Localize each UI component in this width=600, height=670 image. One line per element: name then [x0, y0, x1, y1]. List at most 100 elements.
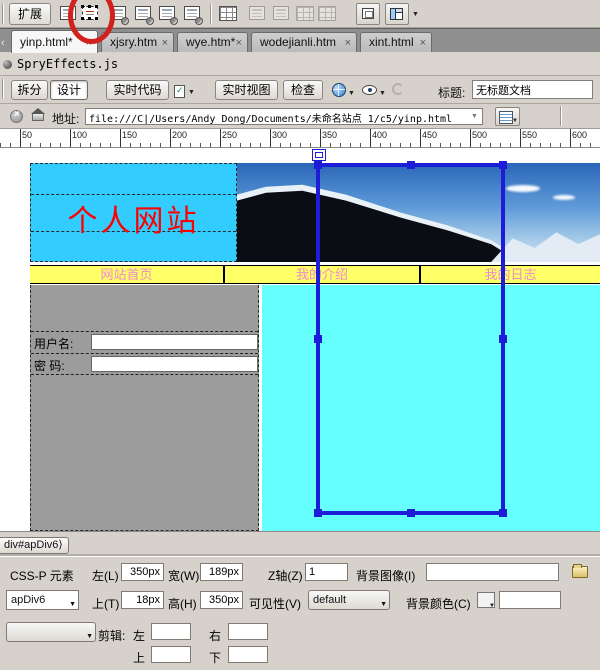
related-files-bar: SpryEffects.js: [0, 52, 600, 76]
password-row: 密 码:: [31, 353, 258, 374]
spry-accordion-icon[interactable]: [157, 4, 178, 25]
live-view-button[interactable]: 实时视图: [215, 80, 278, 100]
tab-close-icon[interactable]: ×: [86, 36, 92, 50]
ruler-label: 350: [322, 130, 338, 140]
preview-globe-icon[interactable]: [330, 80, 350, 100]
cloud: [552, 194, 575, 200]
ap-div-anchor-icon[interactable]: [312, 149, 326, 161]
ruler-label: 100: [72, 130, 88, 140]
clip-right-input[interactable]: [228, 623, 268, 640]
element-id-combo[interactable]: apDiv6: [6, 590, 79, 614]
tab-wye[interactable]: wye.htm* ×: [177, 32, 248, 53]
spry-menu-bar-icon[interactable]: [108, 4, 129, 25]
table-icon[interactable]: [218, 4, 238, 24]
username-input[interactable]: [91, 334, 258, 350]
design-canvas[interactable]: 个人网站 网站首页 我的介绍 我的日志 用户名: 密 码:: [0, 148, 600, 531]
cloud: [505, 184, 540, 192]
tab-close-icon[interactable]: ×: [162, 36, 168, 50]
frames-icon[interactable]: [385, 3, 409, 25]
width-input[interactable]: [200, 563, 243, 581]
ruler[interactable]: 50 100 150 200 250 300 350 400 450 500 550 600: [0, 129, 600, 148]
design-view-button[interactable]: 设计: [50, 80, 88, 100]
clip-left-input[interactable]: [151, 623, 191, 640]
clip-top-input[interactable]: [151, 646, 191, 663]
home-icon[interactable]: [31, 108, 45, 121]
selection-handle[interactable]: [499, 161, 507, 169]
tab-close-icon[interactable]: ×: [236, 36, 242, 50]
bg-image-input[interactable]: [426, 563, 559, 581]
visual-aids-dropdown-icon[interactable]: ▼: [379, 90, 386, 97]
document-title-input[interactable]: [472, 80, 593, 99]
tab-scroll-left-icon[interactable]: ‹: [1, 37, 5, 49]
password-input[interactable]: [91, 356, 258, 372]
nav-bar: 网站首页 我的介绍 我的日志: [30, 265, 600, 284]
ruler-label: 500: [472, 130, 488, 140]
tab-wodejianli[interactable]: wodejianli.htm ×: [251, 32, 357, 53]
selection-handle[interactable]: [499, 509, 507, 517]
address-label: 地址:: [52, 112, 80, 126]
stop-icon[interactable]: [10, 109, 23, 123]
apdiv6-selection[interactable]: [314, 161, 507, 517]
clip-left-label: 左: [133, 629, 146, 643]
spry-collapsible-panel-icon[interactable]: [182, 4, 203, 25]
selection-handle[interactable]: [406, 509, 415, 517]
username-label: 用户名:: [34, 337, 74, 351]
ruler-label: 50: [22, 130, 33, 140]
view-options-icon[interactable]: [495, 107, 520, 126]
frames-dropdown-icon[interactable]: ▼: [412, 11, 419, 18]
document-toolbar: 拆分 设计 实时代码 ▼ 实时视图 检查 ▼ ▼ 标题:: [0, 76, 600, 104]
height-input[interactable]: [200, 591, 243, 609]
tab-close-icon[interactable]: ×: [345, 36, 351, 50]
inspect-button[interactable]: 检查: [283, 80, 323, 100]
selection-handle[interactable]: [499, 335, 507, 343]
spry-tabbed-panels-icon[interactable]: [133, 4, 154, 25]
address-input[interactable]: [85, 108, 483, 125]
dreamweaver-window: 扩展 ▼ ‹ yinp.html* × xjsry.htm × wye.htm*…: [0, 0, 600, 670]
row-divider: [31, 374, 258, 375]
top-input[interactable]: [121, 591, 164, 609]
address-bar: 地址: ▼: [0, 104, 600, 129]
split-view-button[interactable]: 拆分: [11, 80, 48, 100]
preview-dropdown-icon[interactable]: ▼: [348, 90, 355, 97]
selection-handle[interactable]: [314, 335, 322, 343]
toolbar-separator: [210, 4, 211, 24]
source-bullet-icon: [3, 60, 12, 69]
username-row: 用户名:: [31, 331, 258, 353]
related-file-spryeffects[interactable]: SpryEffects.js: [17, 57, 118, 71]
height-label: 高(H): [168, 597, 197, 611]
login-sidebar[interactable]: 用户名: 密 码:: [30, 285, 259, 531]
clip-bottom-input[interactable]: [228, 646, 268, 663]
ruler-label: 450: [422, 130, 438, 140]
toolbar-separator: [560, 106, 561, 126]
bg-color-swatch[interactable]: [477, 592, 495, 609]
header-table[interactable]: 个人网站: [30, 163, 237, 262]
tab-xjsry[interactable]: xjsry.htm ×: [101, 32, 174, 53]
selection-handle[interactable]: [314, 161, 322, 169]
address-dropdown-icon[interactable]: ▼: [468, 110, 481, 123]
document-tab-bar: ‹ yinp.html* × xjsry.htm × wye.htm* × wo…: [0, 28, 600, 53]
insert-column-right-icon: [317, 4, 337, 24]
left-input[interactable]: [121, 563, 164, 581]
tab-close-icon[interactable]: ×: [420, 36, 426, 50]
live-code-button[interactable]: 实时代码: [106, 80, 169, 100]
draw-ap-div-icon[interactable]: [80, 4, 100, 24]
insert-div-tag-icon[interactable]: [58, 4, 78, 24]
z-index-input[interactable]: [305, 563, 348, 581]
nav-item-home[interactable]: 网站首页: [30, 266, 225, 283]
class-combo[interactable]: [6, 622, 96, 646]
visual-aids-eye-icon[interactable]: [360, 80, 380, 100]
browse-folder-icon[interactable]: [572, 564, 588, 578]
tag-selector-apdiv6[interactable]: div#apDiv6⟩: [0, 537, 69, 554]
bg-color-input[interactable]: [499, 591, 561, 609]
extend-button[interactable]: 扩展: [9, 3, 51, 25]
selection-handle[interactable]: [406, 161, 415, 169]
iframe-icon[interactable]: [356, 3, 380, 25]
tab-yinp[interactable]: yinp.html* ×: [11, 30, 98, 53]
top-label: 上(T): [92, 597, 120, 611]
check-page-dropdown-icon[interactable]: ▼: [188, 89, 195, 96]
property-inspector: CSS-P 元素 左(L) 宽(W) Z轴(Z) 背景图像(I) apDiv6 …: [0, 556, 600, 670]
visibility-combo[interactable]: default: [308, 590, 390, 614]
toolbar-separator: [2, 4, 3, 24]
tab-xint[interactable]: xint.html ×: [360, 32, 432, 53]
selection-handle[interactable]: [314, 509, 322, 517]
